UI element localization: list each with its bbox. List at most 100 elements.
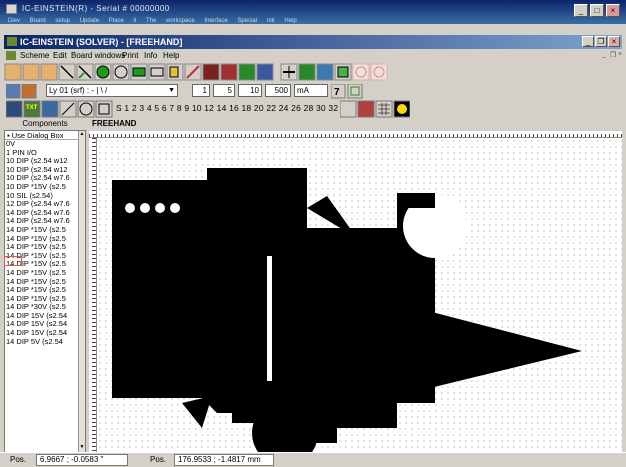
- list-item[interactable]: 14 DIP 15V (s2.54: [5, 312, 85, 321]
- list-item[interactable]: 14 DIP 5V (s2.54: [5, 338, 85, 347]
- vertical-slot: [267, 256, 272, 381]
- drc-icon[interactable]: [357, 100, 375, 118]
- toolbar-tools: [4, 63, 622, 81]
- pad-hole: [140, 203, 150, 213]
- mdi-restore-button[interactable]: ❐: [595, 36, 607, 47]
- pos-value-inch-text: 6.9667 ; -0.0583 ": [40, 455, 104, 464]
- menu-close-icon[interactable]: ×: [618, 51, 622, 58]
- components-panel-header: Components: [22, 119, 68, 128]
- menu-info[interactable]: Info: [144, 51, 157, 60]
- net-tool-button[interactable]: [316, 63, 334, 81]
- menu-minimize-icon[interactable]: _: [602, 51, 606, 58]
- list-item[interactable]: 10 DIP (s2.54 w12: [5, 166, 85, 175]
- canvas-tab-freehand[interactable]: FREEHAND: [88, 119, 148, 130]
- close-button[interactable]: ×: [606, 4, 620, 17]
- toolbar-sizes: TXT S 1 2 3 4 5 6 7 8 9 10 12 14 16 18 2…: [4, 100, 622, 118]
- list-item[interactable]: 14 DIP *15V (s2.5: [5, 286, 85, 295]
- current-field[interactable]: 500: [265, 84, 291, 97]
- menu-doc-icon: [6, 51, 16, 60]
- menu-restore-icon[interactable]: ❐: [610, 51, 616, 59]
- list-item[interactable]: 14 DIP *15V (s2.5: [5, 278, 85, 287]
- width-field-2[interactable]: 5: [213, 84, 235, 97]
- list-item[interactable]: 14 DIP 15V (s2.54: [5, 320, 85, 329]
- via-tool-icon[interactable]: [40, 63, 58, 81]
- minimize-button[interactable]: _: [574, 4, 588, 17]
- layer-color-icon[interactable]: [21, 84, 37, 99]
- component-items: 0V 1 PIN I/O 10 DIP (s2.54 w12 10 DIP (s2.5…: [5, 140, 85, 346]
- list-item[interactable]: 10 DIP (s2.54 w12: [5, 157, 85, 166]
- svg-text:7: 7: [334, 87, 340, 98]
- toolbar-layers: Ly 01 (srf) : - | \ / ▼ 1 5 10 500 mA 7: [4, 83, 622, 101]
- list-item[interactable]: 1 PIN I/O: [5, 149, 85, 158]
- menu-print[interactable]: Print: [122, 51, 138, 60]
- grid-snap-icon[interactable]: [347, 84, 363, 99]
- list-item[interactable]: 14 DIP *15V (s2.5: [5, 269, 85, 278]
- drawing-canvas[interactable]: [97, 138, 622, 456]
- copper-area-tool-button[interactable]: [220, 63, 238, 81]
- scroll-up-icon[interactable]: ▲: [79, 131, 85, 138]
- maximize-button[interactable]: □: [590, 4, 604, 17]
- components-vscroll[interactable]: ▲ ▼: [78, 131, 85, 459]
- outer-title-bar: IC-EINSTEIN(R) - Serial # 00000000 Diev …: [0, 0, 626, 24]
- list-item[interactable]: 14 DIP *15V (s2.5: [5, 295, 85, 304]
- menu-scheme[interactable]: Scheme: [20, 51, 49, 60]
- pad-hole: [170, 203, 180, 213]
- layer-swap-icon[interactable]: [6, 84, 21, 99]
- mdi-window-controls: _ ❐ ×: [582, 36, 620, 47]
- pos-value-mm: 176.9533 ; -1.4817 mm: [174, 454, 274, 466]
- list-item[interactable]: 14 DIP (s2.54 w7.6: [5, 209, 85, 218]
- hole-tool-button[interactable]: [352, 63, 370, 81]
- unit-field[interactable]: mA: [294, 84, 328, 97]
- left-ruler: [89, 138, 97, 456]
- pos-value-inch: 6.9667 ; -0.0583 ": [36, 454, 128, 466]
- bottom-left-triangle[interactable]: [182, 396, 212, 428]
- component-tool-button[interactable]: [298, 63, 316, 81]
- list-item[interactable]: 0V: [5, 140, 85, 149]
- pad-tool-icon[interactable]: [4, 63, 22, 81]
- list-item[interactable]: 10 DIP *15V (s2.5: [5, 183, 85, 192]
- menu-help[interactable]: Help: [163, 51, 179, 60]
- toolbar-tools-icons: [4, 63, 388, 81]
- list-item[interactable]: 14 DIP *30V (s2.5: [5, 303, 85, 312]
- use-dialog-box-label: Use Dialog Box: [11, 131, 64, 140]
- layer-tools-icons: [6, 84, 37, 99]
- components-list[interactable]: ▪ Use Dialog Box 0V 1 PIN I/O 10 DIP (s2.5…: [4, 130, 86, 460]
- status-bar: Pos. 6.9667 ; -0.0583 " Pos. 176.9533 ; …: [0, 452, 626, 467]
- list-item[interactable]: 14 DIP 15V (s2.54: [5, 329, 85, 338]
- image-tool-icon[interactable]: [41, 100, 59, 118]
- list-item[interactable]: 10 SIL (s2.54): [5, 192, 85, 201]
- component-library-icon[interactable]: [6, 100, 23, 118]
- size-32b-icon[interactable]: [340, 100, 357, 118]
- toolbar-right-icons: [340, 100, 410, 118]
- size-selector[interactable]: S 1 2 3 4 5 6 7 8 9 10 12 14 16 18 20 22…: [116, 103, 338, 113]
- menu-board-windows[interactable]: Board windows: [71, 51, 125, 60]
- use-dialog-box-item[interactable]: ▪ Use Dialog Box: [5, 131, 85, 140]
- menu-edit[interactable]: Edit: [53, 51, 67, 60]
- ring-tool-button[interactable]: [370, 63, 388, 81]
- layer-fill-tool-button[interactable]: [256, 63, 274, 81]
- list-item[interactable]: 14 DIP *15V (s2.5: [5, 226, 85, 235]
- top-right-block[interactable]: [397, 193, 435, 208]
- smd-tool-icon[interactable]: [22, 63, 40, 81]
- pos-value-mm-text: 176.9533 ; -1.4817 mm: [178, 455, 261, 464]
- list-item[interactable]: 14 DIP *15V (s2.5: [5, 243, 85, 252]
- list-item[interactable]: 12 DIP (s2.54 w7.6: [5, 200, 85, 209]
- list-item[interactable]: 14 DIP (s2.54 w7.6: [5, 217, 85, 226]
- width-field-3[interactable]: 10: [238, 84, 262, 97]
- top-ruler: [89, 131, 622, 138]
- square-pad-tool-button[interactable]: [95, 100, 113, 118]
- width-field-1[interactable]: 1: [192, 84, 210, 97]
- copper-fill-tool-button[interactable]: [202, 63, 220, 81]
- list-item[interactable]: 10 DIP (s2.54 w7.6: [5, 174, 85, 183]
- mdi-close-button[interactable]: ×: [608, 36, 620, 47]
- ground-plane-tool-button[interactable]: [238, 63, 256, 81]
- right-spike[interactable]: [397, 303, 582, 396]
- app-icon: [6, 4, 17, 14]
- unit-value: mA: [297, 86, 309, 95]
- scroll-down-icon[interactable]: ▼: [79, 444, 85, 451]
- mdi-minimize-button[interactable]: _: [582, 36, 594, 47]
- chevron-down-icon[interactable]: ▼: [168, 85, 175, 96]
- layer-select[interactable]: Ly 01 (srf) : - | \ / ▼: [46, 84, 178, 97]
- pad-hole: [125, 203, 135, 213]
- list-item[interactable]: 14 DIP *15V (s2.5: [5, 235, 85, 244]
